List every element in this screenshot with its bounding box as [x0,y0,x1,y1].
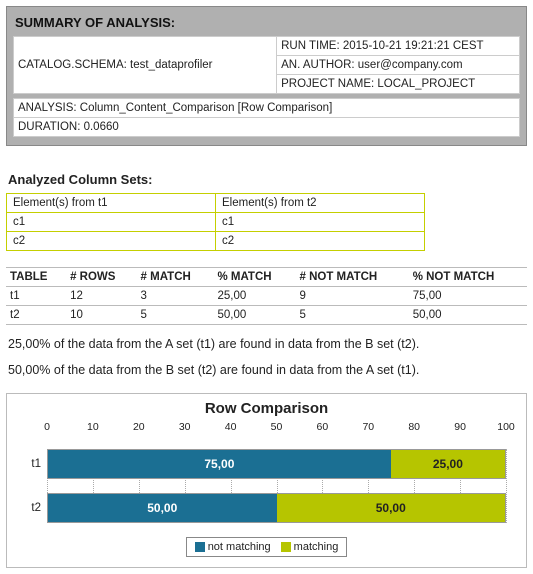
catalog-schema-cell: CATALOG.SCHEMA: test_dataprofiler [14,37,277,94]
axis-tick: 90 [454,421,466,433]
table-row: t2 10 5 50,00 5 50,00 [6,306,527,325]
swatch-not-matching-icon [195,542,205,552]
stats-h-pnmatch: % NOT MATCH [409,268,527,287]
stats-cell: t2 [6,306,66,325]
summary-info-table-2: ANALYSIS: Column_Content_Comparison [Row… [13,98,520,137]
chart-bar-row: t250,0050,00 [47,493,506,523]
summary-sentence-1: 25,00% of the data from the A set (t1) a… [8,337,527,351]
axis-tick: 80 [408,421,420,433]
project-cell: PROJECT NAME: LOCAL_PROJECT [277,75,520,94]
colsets-heading: Analyzed Column Sets: [8,172,527,187]
analysis-cell: ANALYSIS: Column_Content_Comparison [Row… [14,99,520,118]
stats-cell: 12 [66,287,136,306]
chart-bar-label: t2 [21,502,47,514]
stats-cell: 25,00 [213,287,295,306]
chart-legend: not matching matching [186,537,348,557]
duration-cell: DURATION: 0.0660 [14,118,520,137]
colsets-cell: c2 [7,232,216,251]
stats-h-nmatch: # NOT MATCH [295,268,408,287]
colsets-header-t2: Element(s) from t2 [216,194,425,213]
summary-title: SUMMARY OF ANALYSIS: [15,15,520,30]
axis-tick: 40 [225,421,237,433]
chart-title: Row Comparison [17,400,516,417]
stats-cell: 9 [295,287,408,306]
axis-tick: 30 [179,421,191,433]
swatch-matching-icon [281,542,291,552]
stats-cell: 10 [66,306,136,325]
colsets-table: Element(s) from t1 Element(s) from t2 c1… [6,193,425,251]
stats-cell: 3 [137,287,214,306]
author-cell: AN. AUTHOR: user@company.com [277,56,520,75]
stats-cell: 5 [295,306,408,325]
report-page: SUMMARY OF ANALYSIS: CATALOG.SCHEMA: tes… [0,0,533,574]
chart-bar-track: 75,0025,00 [47,449,506,479]
chart-bar-label: t1 [21,458,47,470]
axis-tick: 50 [271,421,283,433]
axis-tick: 100 [497,421,515,433]
stats-cell: 75,00 [409,287,527,306]
chart-bar-track: 50,0050,00 [47,493,506,523]
axis-tick: 20 [133,421,145,433]
segment-not-matching: 75,00 [48,450,391,478]
summary-info-table-1: CATALOG.SCHEMA: test_dataprofiler RUN TI… [13,36,520,94]
colsets-cell: c1 [7,213,216,232]
chart-plot: t175,0025,00 t250,0050,00 [47,449,506,523]
table-row: t1 12 3 25,00 9 75,00 [6,287,527,306]
axis-tick: 0 [44,421,50,433]
axis-tick: 10 [87,421,99,433]
legend-item-matching: matching [281,541,339,553]
colsets-cell: c2 [216,232,425,251]
chart-bar-row: t175,0025,00 [47,449,506,479]
legend-item-not-matching: not matching [195,541,271,553]
stats-table: TABLE # ROWS # MATCH % MATCH # NOT MATCH… [6,267,527,325]
table-row: c1 c1 [7,213,425,232]
legend-label: not matching [208,541,271,553]
stats-cell: t1 [6,287,66,306]
stats-h-rows: # ROWS [66,268,136,287]
segment-not-matching: 50,00 [48,494,277,522]
runtime-cell: RUN TIME: 2015-10-21 19:21:21 CEST [277,37,520,56]
axis-tick: 70 [362,421,374,433]
stats-cell: 5 [137,306,214,325]
segment-matching: 50,00 [277,494,506,522]
colsets-cell: c1 [216,213,425,232]
stats-cell: 50,00 [213,306,295,325]
row-comparison-chart: Row Comparison 0 10 20 30 40 50 60 70 80 90 100 t1… [6,393,527,568]
stats-h-table: TABLE [6,268,66,287]
summary-box: SUMMARY OF ANALYSIS: CATALOG.SCHEMA: tes… [6,6,527,146]
axis-tick: 60 [317,421,329,433]
summary-sentence-2: 50,00% of the data from the B set (t2) a… [8,363,527,377]
stats-h-pmatch: % MATCH [213,268,295,287]
legend-label: matching [294,541,339,553]
stats-cell: 50,00 [409,306,527,325]
colsets-header-t1: Element(s) from t1 [7,194,216,213]
chart-area: 0102030405060708090100 t175,0025,00t250,… [47,421,506,523]
chart-x-axis: 0102030405060708090100 [47,421,506,435]
segment-matching: 25,00 [391,450,505,478]
table-row: c2 c2 [7,232,425,251]
stats-h-match: # MATCH [137,268,214,287]
